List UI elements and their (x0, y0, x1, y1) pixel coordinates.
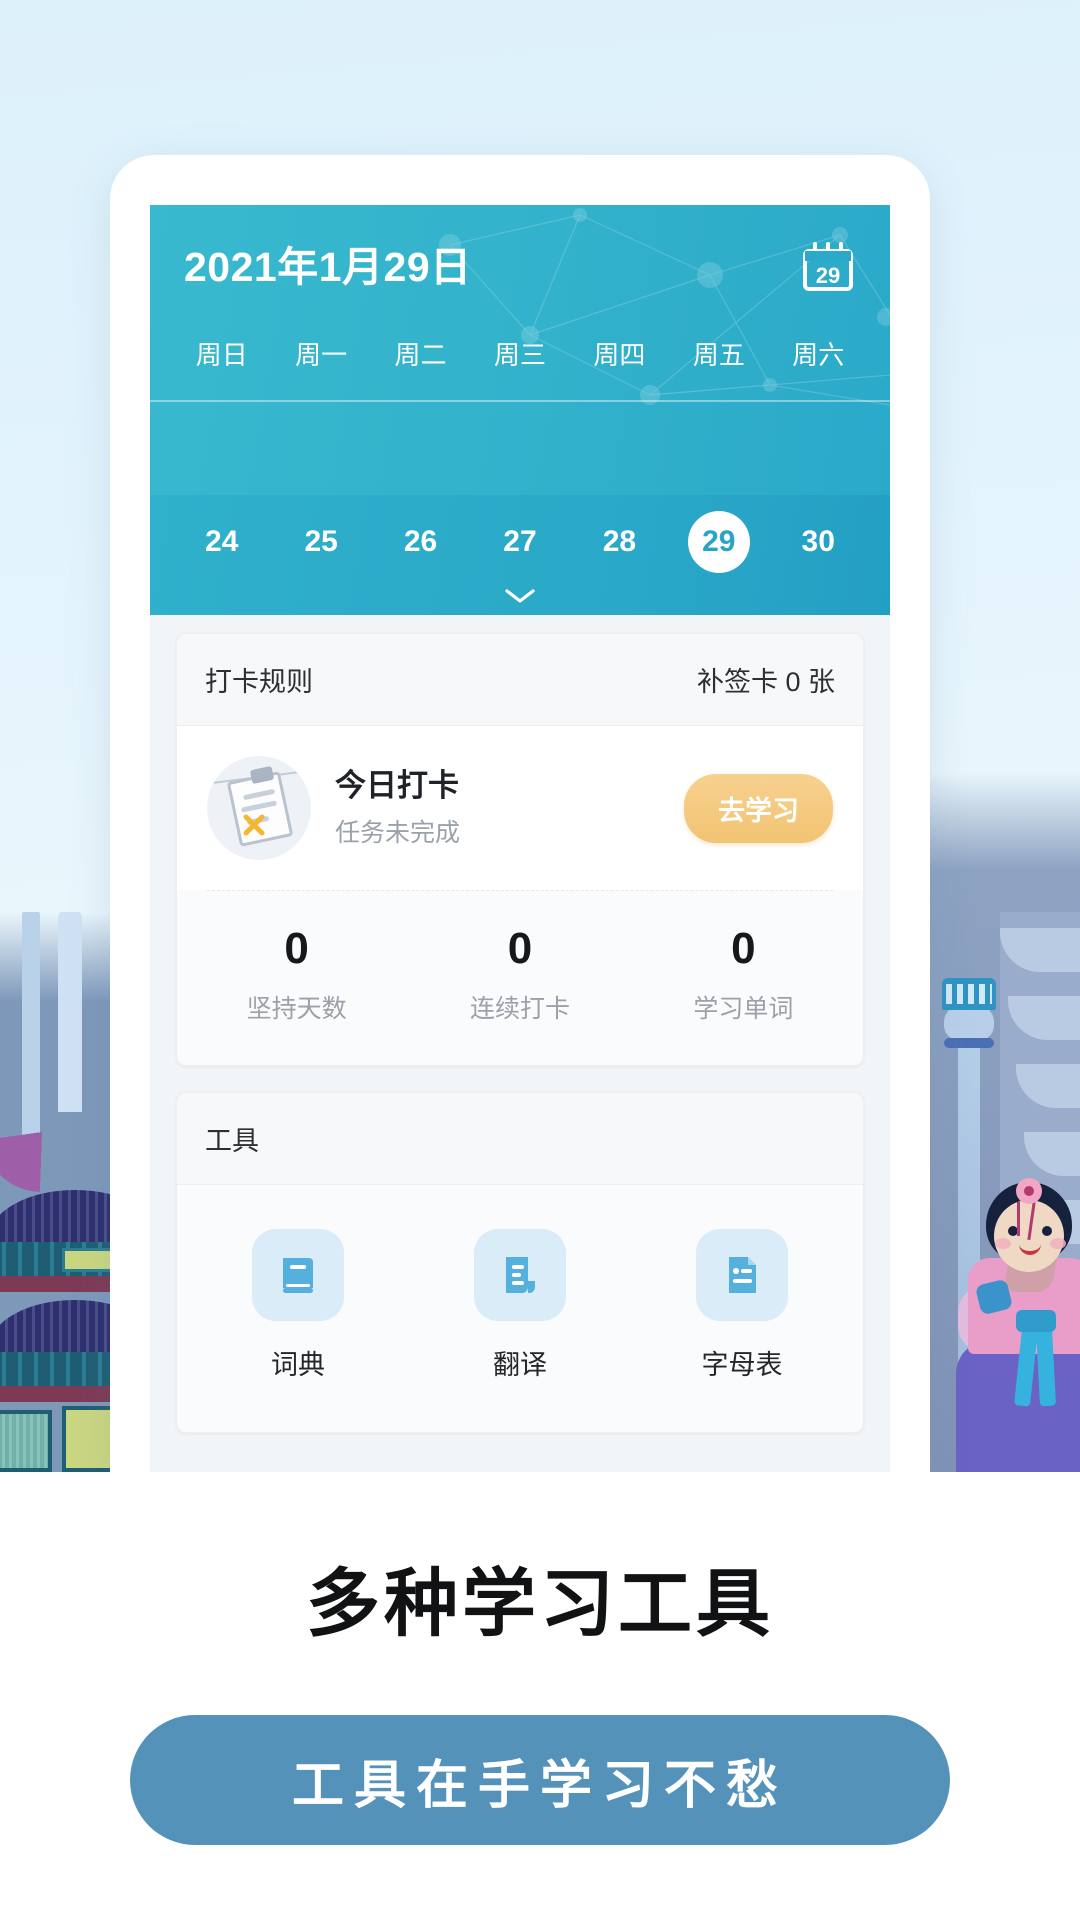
tool-label: 词典 (271, 1350, 325, 1380)
date-label: 27 (503, 525, 537, 558)
date-cell[interactable]: 24 (172, 511, 271, 573)
translate-document-icon (474, 1229, 566, 1321)
stat-label: 坚持天数 (246, 995, 347, 1023)
stat-value: 0 (507, 924, 533, 973)
date-label: 30 (801, 525, 835, 558)
tool-item-dictionary[interactable]: 词典 (187, 1229, 409, 1382)
hanbok-character (954, 1178, 1080, 1472)
app-screen: 2021年1月29日 29 周日 周一 周二 周三 周四 周五 周六 24 25… (150, 205, 890, 1472)
calendar-icon[interactable]: 29 (800, 239, 856, 295)
date-cell[interactable]: 30 (769, 511, 868, 573)
checkin-card-header: 打卡规则 补签卡 0 张 (177, 634, 863, 726)
checkin-card: 打卡规则 补签卡 0 张 今日打卡 任务未完成 去学习 0 坚持天数 0 连续打… (176, 633, 864, 1066)
tool-label: 翻译 (493, 1350, 547, 1380)
weekday-label: 周二 (394, 340, 447, 370)
date-strip: 24 25 26 27 28 29 30 (150, 495, 890, 615)
header-divider (150, 400, 890, 402)
chevron-down-icon (505, 589, 535, 603)
checkin-rules-link[interactable]: 打卡规则 (205, 660, 313, 699)
date-label: 26 (403, 525, 438, 558)
weekday-label: 周一 (295, 340, 348, 370)
stat-label: 学习单词 (693, 995, 794, 1023)
stat-label: 连续打卡 (469, 995, 570, 1023)
calendar-icon-day: 29 (816, 263, 840, 288)
promo-section: 多种学习工具 工具在手学习不愁 (0, 1472, 1080, 1920)
today-checkin-row: 今日打卡 任务未完成 去学习 (177, 726, 863, 890)
app-screenshot: 2021年1月29日 29 周日 周一 周二 周三 周四 周五 周六 24 25… (0, 0, 1080, 1920)
promo-headline: 多种学习工具 (306, 1562, 774, 1645)
date-cell[interactable]: 28 (570, 511, 669, 573)
tool-label: 字母表 (701, 1350, 783, 1380)
date-cell[interactable]: 25 (271, 511, 370, 573)
tools-grid: 词典 翻译 字母表 (177, 1185, 863, 1432)
date-label: 25 (304, 525, 338, 558)
date-cell-selected[interactable]: 29 (669, 511, 768, 573)
date-label: 28 (602, 525, 637, 558)
calendar-header: 2021年1月29日 29 周日 周一 周二 周三 周四 周五 周六 (150, 205, 890, 495)
expand-calendar-button[interactable] (150, 586, 890, 611)
promo-cta-button[interactable]: 工具在手学习不愁 (130, 1715, 950, 1845)
tools-card-title: 工具 (177, 1093, 863, 1185)
makeup-cards-count[interactable]: 补签卡 0 张 (697, 660, 835, 699)
stat-item: 0 连续打卡 (408, 927, 631, 1025)
page-title: 2021年1月29日 (184, 243, 472, 290)
seoul-scene-right (920, 772, 1080, 1472)
book-icon (252, 1229, 344, 1321)
tool-item-alphabet[interactable]: 字母表 (631, 1229, 853, 1382)
file-text-icon (696, 1229, 788, 1321)
stat-value: 0 (731, 924, 756, 973)
weekday-label: 周三 (493, 340, 546, 370)
stat-item: 0 坚持天数 (185, 927, 408, 1025)
weekday-label: 周六 (792, 340, 845, 370)
cross-mark-icon (243, 814, 265, 836)
tools-card: 工具 词典 翻译 字母表 (176, 1092, 864, 1433)
stats-row: 0 坚持天数 0 连续打卡 0 学习单词 (177, 891, 863, 1065)
screen-content: 打卡规则 补签卡 0 张 今日打卡 任务未完成 去学习 0 坚持天数 0 连续打… (150, 615, 890, 1433)
today-checkin-title: 今日打卡 (335, 767, 459, 803)
date-cell[interactable]: 27 (470, 511, 569, 573)
stat-item: 0 学习单词 (632, 927, 855, 1025)
date-cell[interactable]: 26 (371, 511, 470, 573)
stat-value: 0 (284, 924, 309, 973)
date-label-selected: 29 (687, 511, 750, 573)
tool-item-translate[interactable]: 翻译 (409, 1229, 631, 1382)
checklist-icon (207, 756, 311, 860)
weekday-label: 周日 (195, 340, 248, 370)
weekday-row: 周日 周一 周二 周三 周四 周五 周六 (150, 335, 890, 372)
weekday-label: 周四 (593, 340, 646, 370)
weekday-label: 周五 (692, 340, 745, 370)
phone-mockup: 2021年1月29日 29 周日 周一 周二 周三 周四 周五 周六 24 25… (110, 155, 930, 1472)
today-checkin-status: 任务未完成 (335, 819, 461, 848)
go-study-button[interactable]: 去学习 (684, 773, 833, 843)
date-label: 24 (205, 525, 239, 558)
